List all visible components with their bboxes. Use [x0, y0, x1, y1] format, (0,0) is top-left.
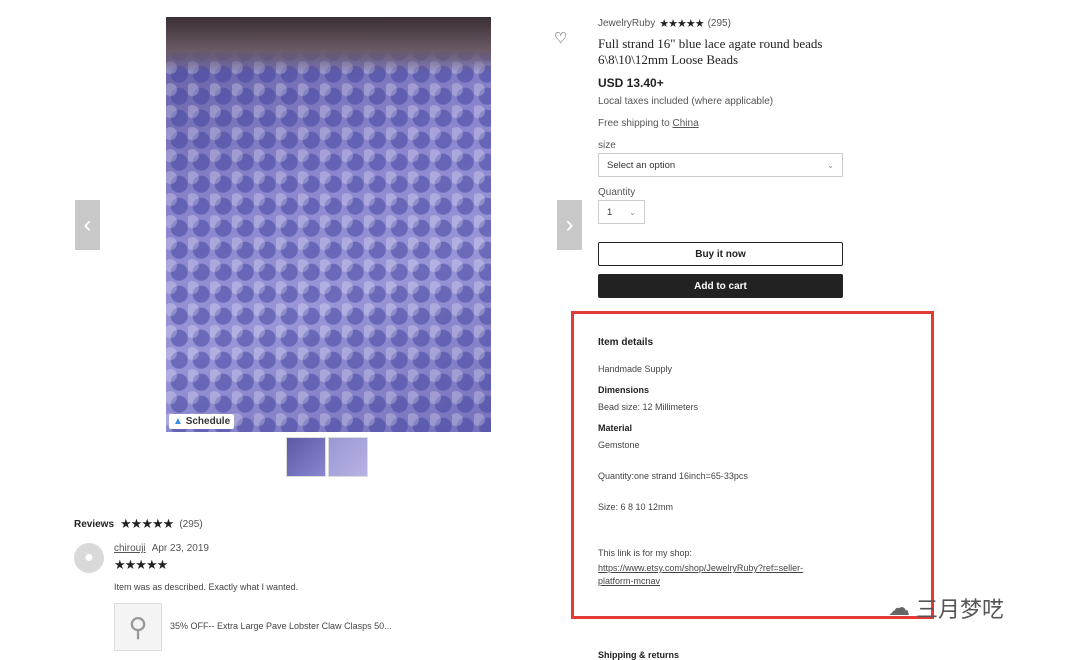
item-details-heading: Item details — [598, 337, 654, 348]
favorite-heart-icon[interactable]: ♡ — [554, 29, 567, 47]
dimensions-value: Bead size: 12 Millimeters — [598, 402, 699, 412]
next-image-button[interactable]: › — [557, 200, 582, 250]
chevron-down-icon: ⌄ — [629, 207, 636, 217]
chevron-left-icon: ‹ — [83, 211, 92, 238]
size-label: size — [598, 140, 616, 151]
thumbnail-2[interactable] — [328, 437, 368, 477]
reviewer-avatar[interactable]: ● — [74, 543, 104, 573]
quantity-select[interactable]: 1 ⌄ — [598, 200, 645, 224]
quantity-description: Quantity:one strand 16inch=65-33pcs — [598, 471, 748, 481]
material-label: Material — [598, 423, 633, 433]
tax-note: Local taxes included (where applicable) — [598, 96, 774, 107]
shop-rating-row: JewelryRuby ★★★★★ (295) — [598, 17, 731, 30]
user-icon: ● — [84, 549, 94, 566]
size-select[interactable]: Select an option ⌄ — [598, 153, 843, 177]
reviews-stars: ★★★★★ — [120, 516, 174, 531]
reviewer-name-link[interactable]: chirouji — [114, 543, 146, 554]
reviewed-product-thumbnail[interactable]: ⚲ — [114, 603, 162, 651]
quantity-label: Quantity — [598, 187, 636, 198]
wechat-icon: ☁ — [888, 595, 910, 620]
listing-price: USD 13.40+ — [598, 76, 664, 90]
material-value: Gemstone — [598, 440, 640, 450]
add-to-cart-button[interactable]: Add to cart — [598, 274, 843, 298]
size-description: Size: 6 8 10 12mm — [598, 502, 674, 512]
review-stars: ★★★★★ — [114, 557, 168, 572]
reviews-heading: Reviews — [74, 518, 115, 530]
thumbnail-1[interactable] — [286, 437, 326, 477]
dimensions-label: Dimensions — [598, 385, 650, 395]
schedule-badge[interactable]: ▲ Schedule — [169, 414, 235, 429]
schedule-icon: ▲ — [173, 416, 183, 427]
shipping-returns-heading[interactable]: Shipping & returns — [598, 650, 679, 660]
shop-link-intro: This link is for my shop: — [598, 548, 693, 558]
chevron-right-icon: › — [565, 211, 574, 238]
chevron-down-icon: ⌄ — [827, 160, 834, 170]
reviews-header: Reviews ★★★★★ (295) — [74, 516, 203, 532]
buy-it-now-button[interactable]: Buy it now — [598, 242, 843, 266]
reviews-count: (295) — [179, 518, 203, 530]
listing-title: Full strand 16" blue lace agate round be… — [598, 36, 823, 67]
shipping-note: Free shipping to China — [598, 118, 699, 129]
review-meta: chirouji Apr 23, 2019 — [114, 543, 209, 554]
item-type: Handmade Supply — [598, 364, 673, 374]
reviewed-product-link[interactable]: 35% OFF-- Extra Large Pave Lobster Claw … — [170, 621, 392, 631]
shop-review-count[interactable]: (295) — [708, 18, 731, 29]
lobster-clasp-icon: ⚲ — [128, 611, 148, 642]
shop-name-link[interactable]: JewelryRuby — [598, 18, 655, 29]
main-product-image: ▲ Schedule — [166, 17, 491, 432]
watermark: ☁ 三月梦呓 — [888, 595, 1005, 622]
review-text: Item was as described. Exactly what I wa… — [114, 582, 299, 592]
shop-stars: ★★★★★ — [659, 18, 704, 30]
prev-image-button[interactable]: ‹ — [75, 200, 100, 250]
review-date: Apr 23, 2019 — [151, 543, 209, 554]
shop-url-link[interactable]: https://www.etsy.com/shop/JewelryRuby?re… — [598, 563, 803, 586]
shipping-country-link[interactable]: China — [673, 118, 699, 129]
